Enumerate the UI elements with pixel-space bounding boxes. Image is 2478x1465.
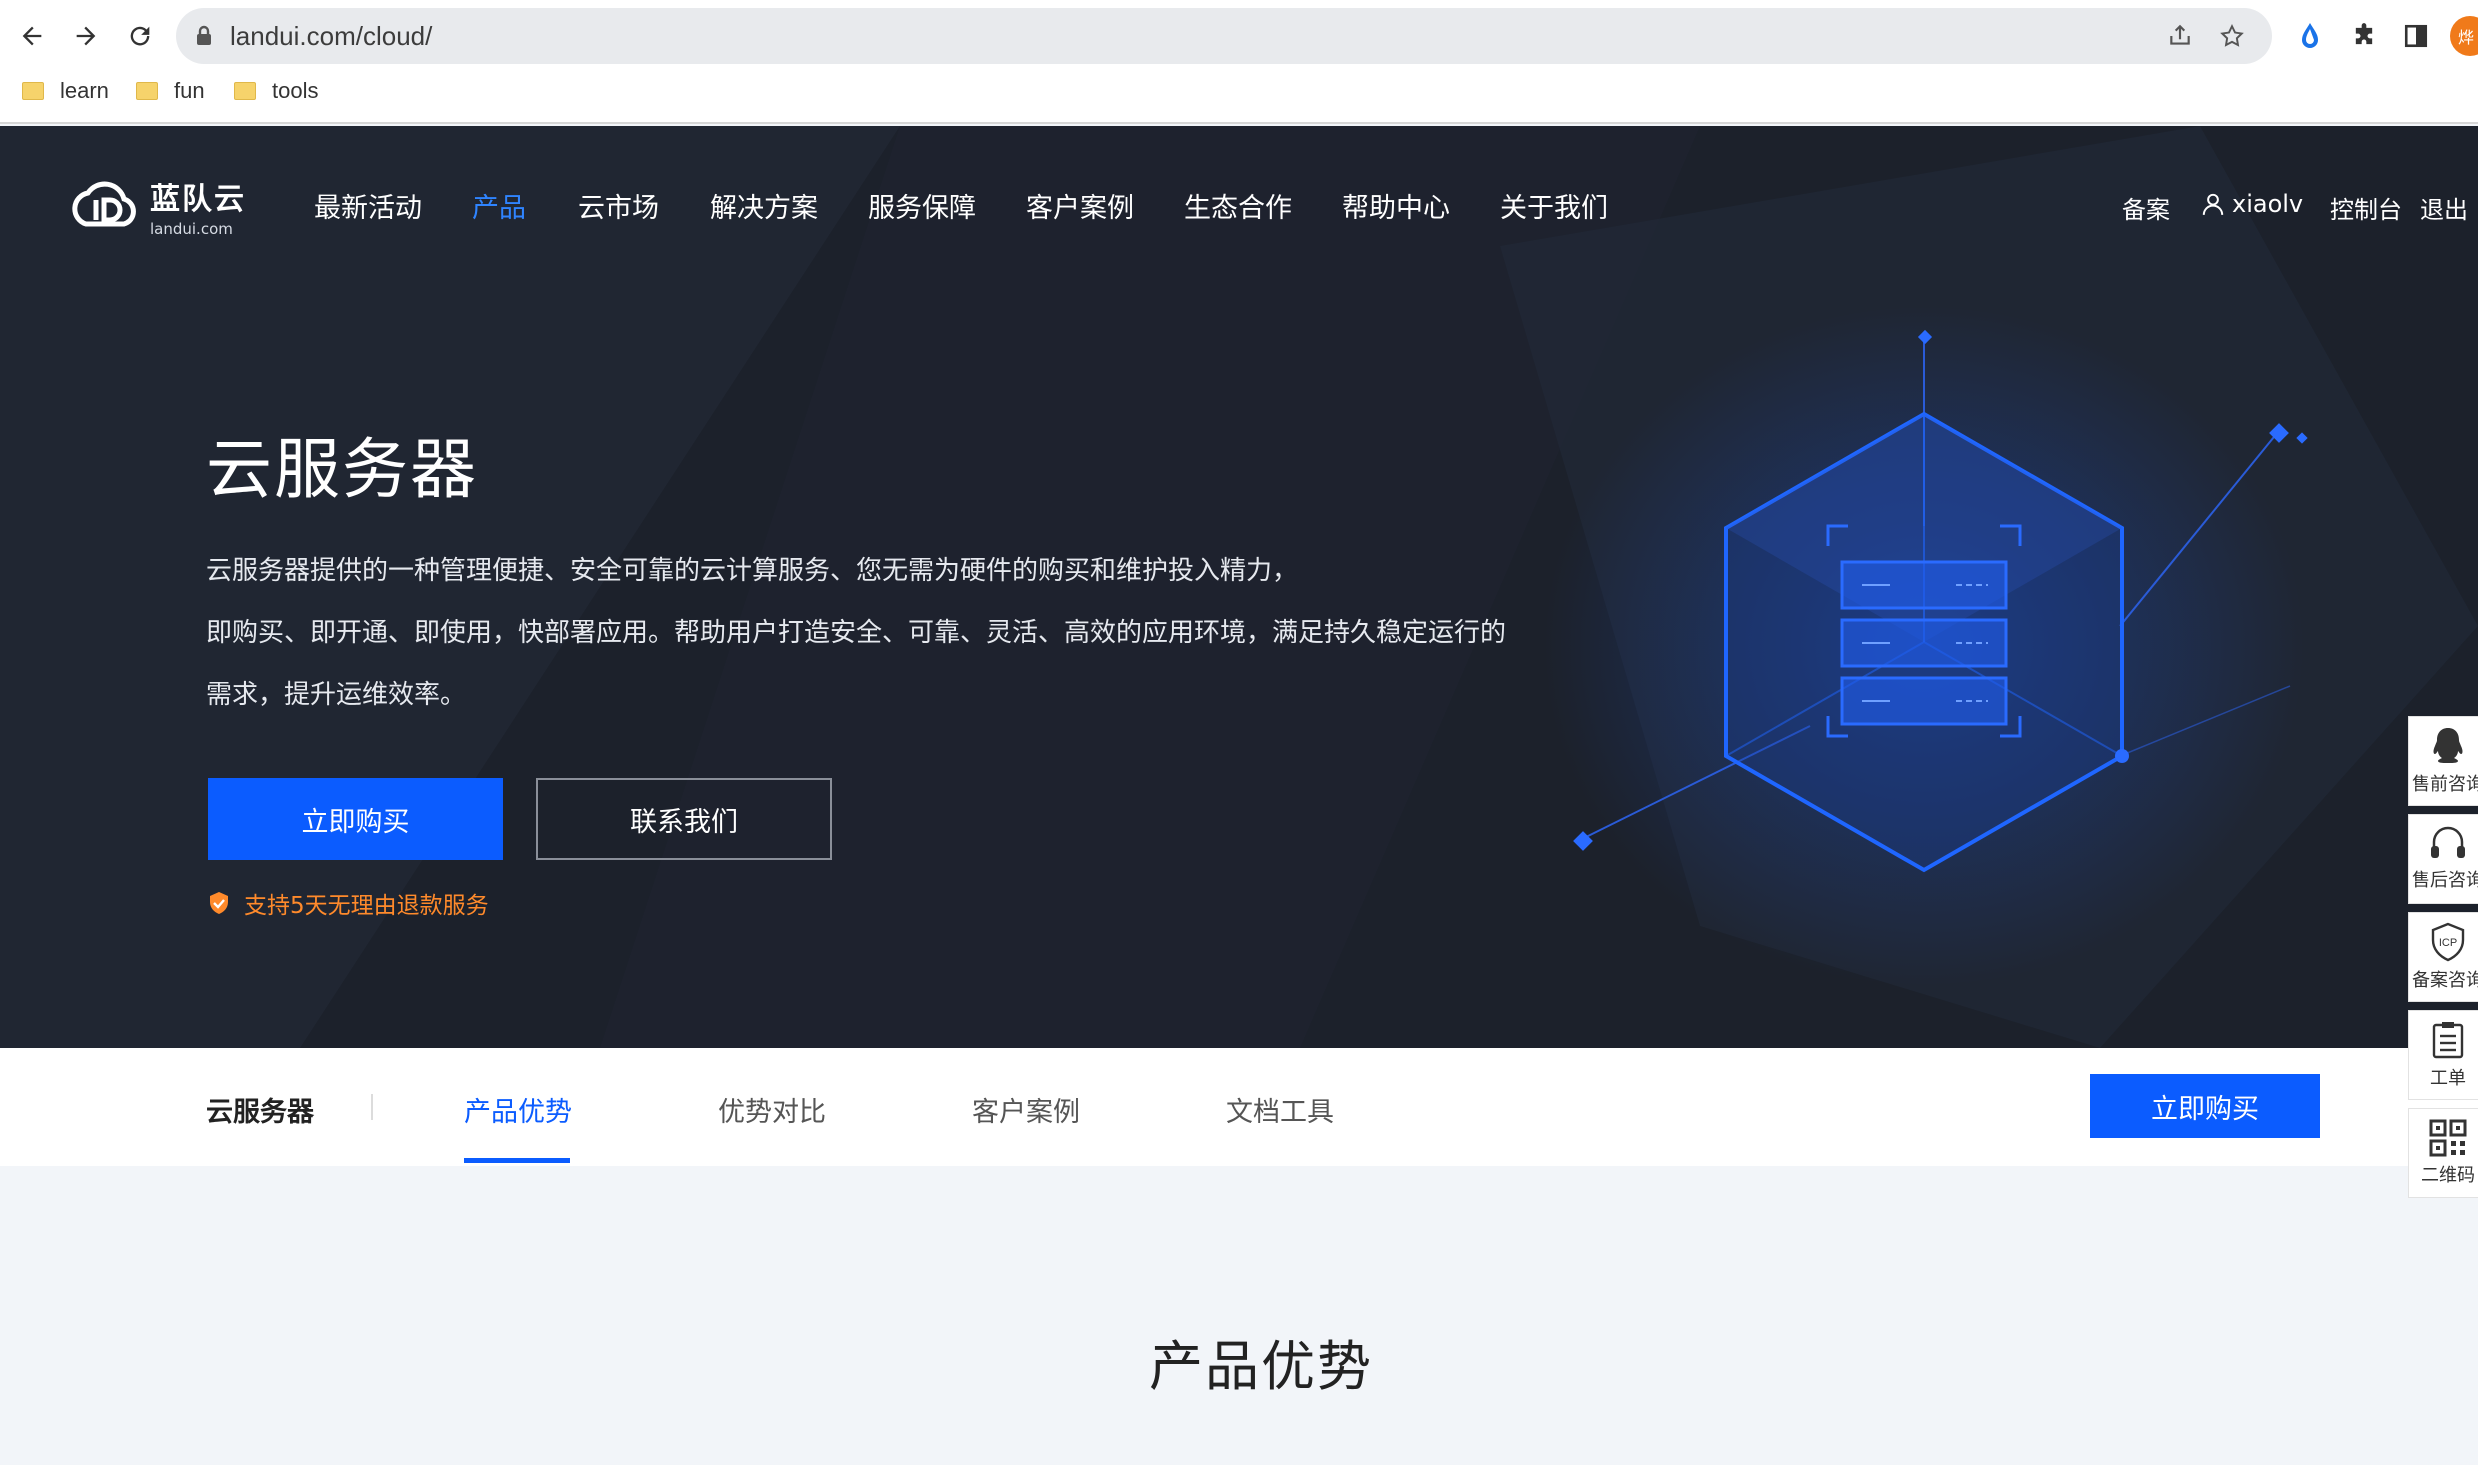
- user-icon: [2202, 193, 2224, 215]
- tab-docs-tools[interactable]: 文档工具: [1226, 1090, 1334, 1129]
- nav-cloud-market[interactable]: 云市场: [578, 186, 659, 225]
- tab-advantage-comparison[interactable]: 优势对比: [718, 1090, 826, 1129]
- tab-customer-cases[interactable]: 客户案例: [972, 1090, 1080, 1129]
- nav-help-center[interactable]: 帮助中心: [1342, 186, 1450, 225]
- arrow-right-icon: [76, 26, 96, 46]
- bookmark-tools[interactable]: tools: [234, 78, 318, 104]
- qq-icon: [2433, 728, 2463, 763]
- arrow-left-icon: [22, 26, 42, 46]
- clipboard-icon: [2432, 1022, 2464, 1059]
- nav-ecosystem[interactable]: 生态合作: [1184, 186, 1292, 225]
- logo-text: 蓝队云: [150, 182, 246, 217]
- logo-domain: landui.com: [150, 220, 233, 238]
- ticket-button[interactable]: 工单: [2408, 1010, 2478, 1100]
- nav-solutions[interactable]: 解决方案: [710, 186, 818, 225]
- bookmark-fun[interactable]: fun: [136, 78, 205, 104]
- profile-avatar[interactable]: 烨: [2450, 16, 2478, 56]
- nav-service-guarantee[interactable]: 服务保障: [868, 186, 976, 225]
- headset-icon: [2431, 826, 2465, 858]
- user-menu[interactable]: xiaolv: [2200, 190, 2303, 218]
- bookmark-star-icon[interactable]: [2216, 20, 2248, 52]
- subnav-buy-now-button[interactable]: 立即购买: [2090, 1074, 2320, 1138]
- cloud-logo-icon: [72, 181, 136, 227]
- product-subnav: 云服务器 产品优势 优势对比 客户案例 文档工具 立即购买: [0, 1048, 2478, 1166]
- aftersales-consult-button[interactable]: 售后咨询: [2408, 814, 2478, 904]
- active-tab-indicator: [464, 1158, 570, 1163]
- site-navbar: 蓝队云 landui.com 最新活动 产品 云市场 解决方案 服务保障 客户案…: [0, 126, 2478, 286]
- nav-logout[interactable]: 退出: [2420, 190, 2468, 225]
- lock-icon: [197, 25, 211, 45]
- folder-icon: [22, 82, 44, 100]
- reload-icon: [130, 26, 150, 46]
- back-button[interactable]: [10, 14, 54, 58]
- svg-text:ICP: ICP: [2439, 937, 2457, 949]
- bookmarks-bar: learn fun tools: [0, 76, 2478, 116]
- nav-about-us[interactable]: 关于我们: [1500, 186, 1608, 225]
- subnav-product-title: 云服务器: [206, 1097, 314, 1128]
- buy-now-button[interactable]: 立即购买: [208, 778, 503, 860]
- presales-consult-button[interactable]: 售前咨询: [2408, 716, 2478, 806]
- droplet-extension-icon[interactable]: [2292, 18, 2328, 54]
- site-logo[interactable]: 蓝队云 landui.com: [66, 174, 246, 238]
- tab-product-advantages[interactable]: 产品优势: [464, 1090, 572, 1129]
- username: xiaolv: [2232, 190, 2304, 218]
- hero-description-line-2: 即购买、即开通、即使用，快部署应用。帮助用户打造安全、可靠、灵活、高效的应用环境…: [206, 618, 1507, 648]
- refund-notice: 支持5天无理由退款服务: [208, 886, 489, 920]
- reload-button[interactable]: [118, 14, 162, 58]
- forward-button[interactable]: [64, 14, 108, 58]
- nav-customer-cases[interactable]: 客户案例: [1026, 186, 1134, 225]
- bookmark-learn[interactable]: learn: [22, 78, 109, 104]
- icp-shield-icon: ICP: [2431, 922, 2465, 962]
- hero-description-line-3: 需求，提升运维效率。: [206, 680, 467, 710]
- side-panel-icon[interactable]: [2398, 18, 2434, 54]
- page-title: 云服务器: [206, 431, 478, 508]
- url-text[interactable]: landui.com/cloud/: [230, 21, 432, 52]
- nav-beian[interactable]: 备案: [2122, 190, 2170, 225]
- qrcode-button[interactable]: 二维码: [2408, 1108, 2478, 1198]
- puzzle-extensions-icon[interactable]: [2346, 18, 2382, 54]
- share-icon[interactable]: [2164, 20, 2196, 52]
- section-title: 产品优势: [1149, 1335, 1373, 1398]
- nav-console[interactable]: 控制台: [2330, 190, 2402, 225]
- folder-icon: [234, 82, 256, 100]
- beian-consult-button[interactable]: ICP 备案咨询: [2408, 912, 2478, 1002]
- hero-description-line-1: 云服务器提供的一种管理便捷、安全可靠的云计算服务、您无需为硬件的购买和维护投入精…: [206, 556, 1299, 586]
- qrcode-icon: [2429, 1119, 2467, 1157]
- nav-latest-activities[interactable]: 最新活动: [314, 186, 422, 225]
- hero-banner: 蓝队云 landui.com 最新活动 产品 云市场 解决方案 服务保障 客户案…: [0, 126, 2478, 1048]
- contact-us-button[interactable]: 联系我们: [536, 778, 832, 860]
- subnav-divider: [371, 1094, 373, 1120]
- nav-products[interactable]: 产品: [472, 186, 526, 225]
- address-bar[interactable]: landui.com/cloud/: [176, 8, 2272, 64]
- browser-chrome: landui.com/cloud/ 烨 learn fun tools: [0, 0, 2478, 124]
- folder-icon: [136, 82, 158, 100]
- shield-check-icon: [210, 892, 228, 914]
